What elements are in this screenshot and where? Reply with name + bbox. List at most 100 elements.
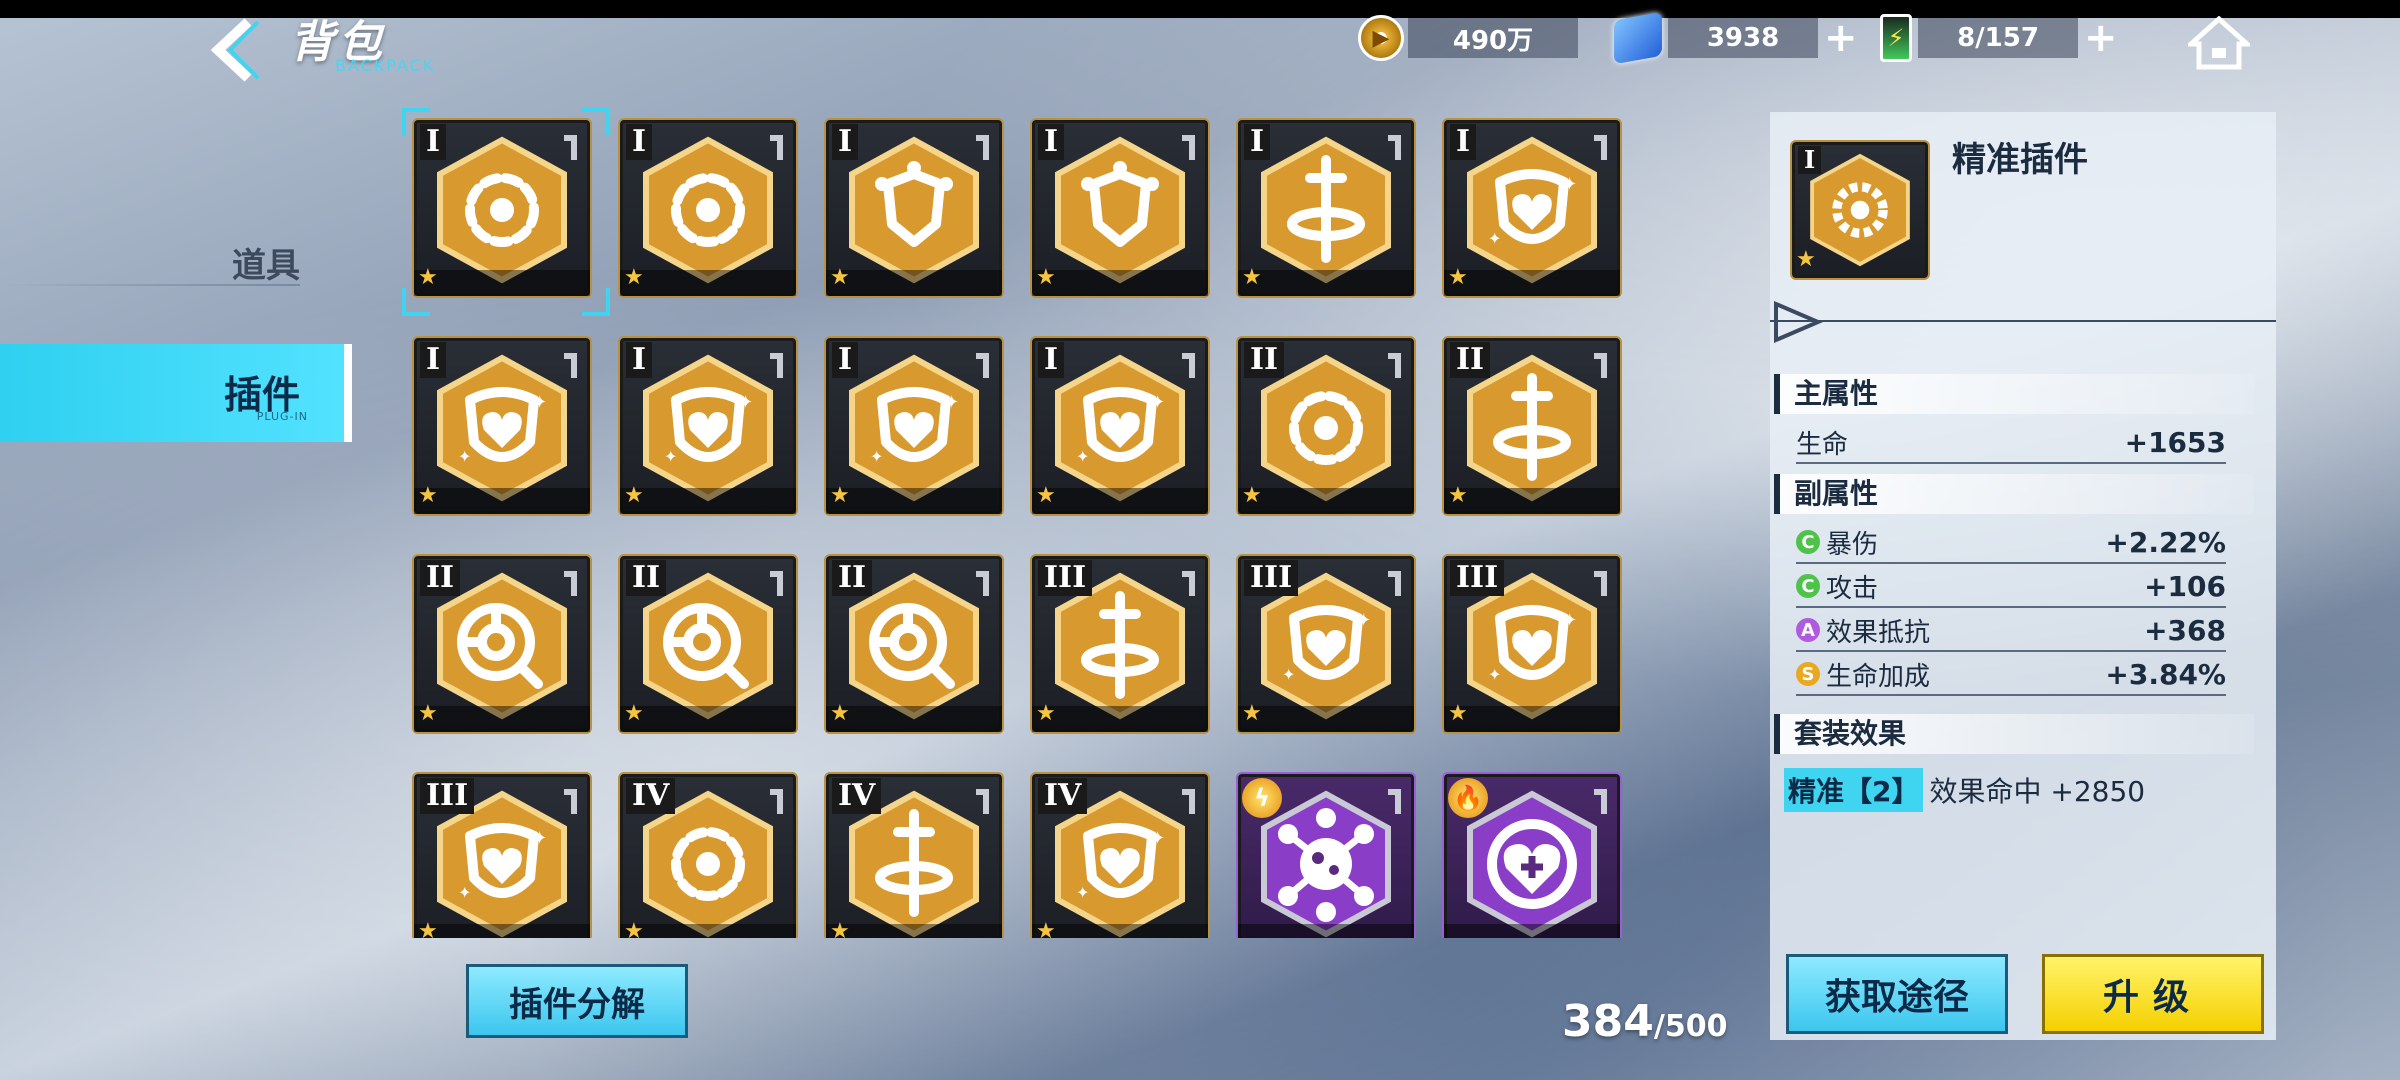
svg-text:✦: ✦ <box>1562 610 1577 631</box>
tier-badge: III <box>420 778 475 814</box>
battery-icon: ⚡ <box>1880 14 1912 62</box>
star-icon: ★ <box>1448 701 1468 726</box>
arrow-marker-icon <box>1774 300 1824 344</box>
plugin-card[interactable]: I ★ <box>1236 118 1416 298</box>
star-icon: ★ <box>418 265 438 290</box>
plugin-card[interactable]: ✦ ✦ III ★ <box>1236 554 1416 734</box>
plugin-card[interactable]: III ★ <box>1030 554 1210 734</box>
tab-items-label: 道具 <box>232 246 300 286</box>
plugin-card[interactable]: ϟ <box>1236 772 1416 938</box>
svg-text:✦: ✦ <box>1076 447 1089 466</box>
home-icon[interactable] <box>2188 16 2250 70</box>
sub-stat-value: +106 <box>2144 569 2226 603</box>
svg-text:✦: ✦ <box>1150 828 1165 849</box>
svg-text:✦: ✦ <box>1562 174 1577 195</box>
star-icon: ★ <box>624 701 644 726</box>
decompose-label: 插件分解 <box>509 984 645 1025</box>
plugin-name: 精准插件 <box>1952 140 2088 180</box>
plugin-card[interactable]: I ★ <box>618 118 798 298</box>
sub-stat-label: 效果抵抗 <box>1826 617 1931 648</box>
capacity-counter: 384/500 <box>1562 996 1727 1047</box>
decompose-button[interactable]: 插件分解 <box>466 964 688 1038</box>
plugin-card[interactable]: II ★ <box>412 554 592 734</box>
plugin-card[interactable]: ✦ ✦ IV ★ <box>1030 772 1210 938</box>
star-icon: ★ <box>418 483 438 508</box>
plugin-card[interactable]: II ★ <box>1442 336 1622 516</box>
plugin-card[interactable]: II ★ <box>1236 336 1416 516</box>
lightning-icon: ϟ <box>1242 778 1282 818</box>
svg-text:✦: ✦ <box>870 447 883 466</box>
svg-text:✦: ✦ <box>1356 610 1371 631</box>
star-icon: ★ <box>1448 265 1468 290</box>
detail-tier: I <box>1798 146 1822 174</box>
set-effect-text: 效果命中 +2850 <box>1929 775 2146 808</box>
svg-text:✦: ✦ <box>458 883 471 902</box>
tier-badge: IV <box>832 778 882 814</box>
tier-badge: II <box>420 560 461 596</box>
capacity-max: /500 <box>1653 1009 1728 1044</box>
plugin-card[interactable]: ✦ ✦ I ★ <box>412 336 592 516</box>
back-arrow-icon[interactable] <box>200 14 270 84</box>
star-icon: ★ <box>830 701 850 726</box>
plugin-card[interactable]: ✦ ✦ III ★ <box>1442 554 1622 734</box>
grade-badge: C <box>1796 530 1820 554</box>
upgrade-button[interactable]: 升级 <box>2042 954 2264 1034</box>
star-icon: ★ <box>1036 483 1056 508</box>
plugin-card[interactable]: ✦ ✦ I ★ <box>1442 118 1622 298</box>
upgrade-label: 升级 <box>2102 977 2203 1018</box>
tier-badge: III <box>1450 560 1505 596</box>
plugin-card[interactable]: IV ★ <box>824 772 1004 938</box>
plugin-card[interactable]: ✦ ✦ I ★ <box>1030 336 1210 516</box>
tier-badge: I <box>1038 342 1065 378</box>
add-crystal-button[interactable]: + <box>1824 15 1858 61</box>
star-icon: ★ <box>830 483 850 508</box>
tier-badge: II <box>832 560 873 596</box>
star-icon: ★ <box>624 265 644 290</box>
main-stat-value: +1653 <box>2124 425 2226 459</box>
plugin-card[interactable]: ✦ ✦ I ★ <box>618 336 798 516</box>
star-icon: ★ <box>1036 265 1056 290</box>
grade-badge: A <box>1796 618 1820 642</box>
grade-badge: S <box>1796 662 1820 686</box>
get-source-label: 获取途径 <box>1824 977 1969 1018</box>
tab-plugins[interactable]: 插件 PLUG-IN <box>0 344 352 442</box>
capacity-current: 384 <box>1562 996 1654 1047</box>
tier-badge: I <box>832 124 859 160</box>
plugin-card[interactable]: ✦ ✦ III ★ <box>412 772 592 938</box>
plugin-card[interactable]: II ★ <box>824 554 1004 734</box>
get-source-button[interactable]: 获取途径 <box>1786 954 2008 1034</box>
tab-items[interactable]: 道具 <box>0 232 310 286</box>
sub-stat-label: 暴伤 <box>1826 529 1879 560</box>
tier-badge: I <box>420 342 447 378</box>
star-icon: ★ <box>1448 483 1468 508</box>
fire-icon: 🔥 <box>1448 778 1488 818</box>
svg-text:✦: ✦ <box>1282 665 1295 684</box>
sub-stat-title: 副属性 <box>1774 474 2254 514</box>
tier-badge: III <box>1038 560 1093 596</box>
detail-plugin-frame: I ★ <box>1790 140 1930 280</box>
plugin-card[interactable]: II ★ <box>618 554 798 734</box>
sub-stat-value: +368 <box>2144 613 2226 647</box>
add-stamina-button[interactable]: + <box>2084 15 2118 61</box>
tier-badge: II <box>1244 342 1285 378</box>
star-icon: ★ <box>1036 701 1056 726</box>
plugin-card[interactable]: I ★ <box>1030 118 1210 298</box>
star-icon: ★ <box>418 701 438 726</box>
selection-corner <box>582 108 610 136</box>
tier-badge: I <box>1244 124 1271 160</box>
sub-stat-value: +3.84% <box>2105 657 2226 691</box>
plugin-card[interactable]: IV ★ <box>618 772 798 938</box>
gold-value: 490万 <box>1408 18 1578 58</box>
tier-badge: II <box>626 560 667 596</box>
svg-text:✦: ✦ <box>1076 883 1089 902</box>
tier-badge: I <box>1450 124 1477 160</box>
plugin-card[interactable]: I ★ <box>402 108 610 316</box>
tier-badge: IV <box>1038 778 1088 814</box>
sub-stat-row: S 生命加成 +3.84% <box>1796 654 2226 696</box>
main-stat-row: 生命 +1653 <box>1796 422 2226 464</box>
plugin-card[interactable]: 🔥 <box>1442 772 1622 938</box>
plugin-card[interactable]: ✦ ✦ I ★ <box>824 336 1004 516</box>
plugin-card[interactable]: I ★ <box>824 118 1004 298</box>
stamina-resource: ⚡ 8/157 + <box>1880 14 2118 62</box>
star-icon: ★ <box>624 919 644 938</box>
